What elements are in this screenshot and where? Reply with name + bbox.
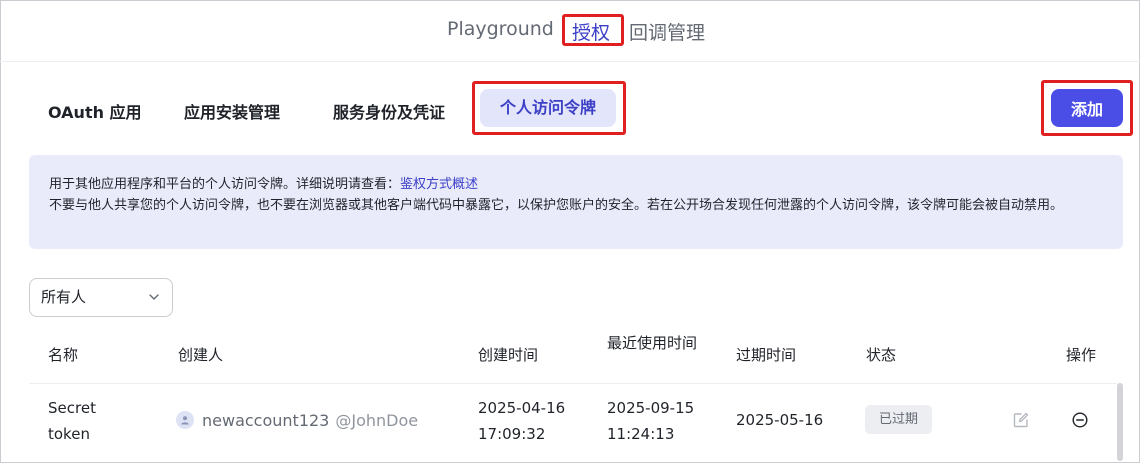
table-row-divider — [29, 383, 1117, 384]
top-nav: Playground 授权 回调管理 — [0, 14, 1140, 50]
user-avatar-icon — [176, 411, 194, 429]
highlight-box-pat-tab — [472, 81, 626, 135]
created-time: 2025-04-16 17:09:32 — [478, 395, 565, 447]
token-name: Secret token — [48, 399, 96, 443]
chevron-down-icon — [149, 294, 159, 300]
info-notice: 用于其他应用程序和平台的个人访问令牌。详细说明请查看：鉴权方式概述 不要与他人共… — [29, 155, 1123, 249]
last-used-time: 2025-09-15 11:24:13 — [607, 395, 694, 447]
created-date: 2025-04-16 — [478, 399, 566, 417]
edit-icon[interactable] — [1012, 411, 1030, 429]
tab-service-identity[interactable]: 服务身份及凭证 — [333, 99, 445, 123]
column-header-status: 状态 — [866, 346, 897, 364]
nav-playground[interactable]: Playground — [447, 18, 554, 40]
remove-icon[interactable] — [1071, 411, 1089, 429]
creator-cell: newaccount123 @JohnDoe — [176, 407, 418, 433]
owner-filter-value: 所有人 — [41, 288, 87, 306]
column-header-expire: 过期时间 — [736, 346, 797, 364]
column-header-name: 名称 — [48, 346, 79, 364]
tab-app-install-management[interactable]: 应用安装管理 — [184, 99, 280, 123]
info-line-2: 不要与他人共享您的个人访问令牌，也不要在浏览器或其他客户端代码中暴露它，以保护您… — [49, 198, 1064, 213]
tab-oauth-apps[interactable]: OAuth 应用 — [48, 99, 142, 123]
creator-handle: @JohnDoe — [335, 410, 419, 430]
highlight-box-auth — [562, 14, 624, 46]
info-line-1-text: 用于其他应用程序和平台的个人访问令牌。详细说明请查看： — [49, 177, 401, 192]
last-used-clock: 11:24:13 — [607, 425, 675, 443]
highlight-box-add — [1041, 80, 1133, 136]
column-header-actions: 操作 — [1066, 346, 1097, 364]
nav-callback-management[interactable]: 回调管理 — [629, 18, 705, 45]
status-badge: 已过期 — [865, 405, 932, 434]
column-header-created: 创建时间 — [478, 346, 539, 364]
info-line-1: 用于其他应用程序和平台的个人访问令牌。详细说明请查看：鉴权方式概述 — [49, 174, 1103, 195]
divider — [0, 61, 1140, 62]
vertical-scrollbar[interactable] — [1117, 383, 1123, 461]
created-clock: 17:09:32 — [478, 425, 546, 443]
column-header-creator: 创建人 — [178, 346, 224, 364]
expire-date: 2025-05-16 — [736, 411, 824, 429]
column-header-last-used: 最近使用时间 — [607, 334, 698, 352]
creator-username: newaccount123 — [202, 410, 330, 430]
owner-filter-select[interactable]: 所有人 — [29, 278, 173, 317]
auth-overview-link[interactable]: 鉴权方式概述 — [400, 177, 478, 192]
last-used-date: 2025-09-15 — [607, 399, 695, 417]
